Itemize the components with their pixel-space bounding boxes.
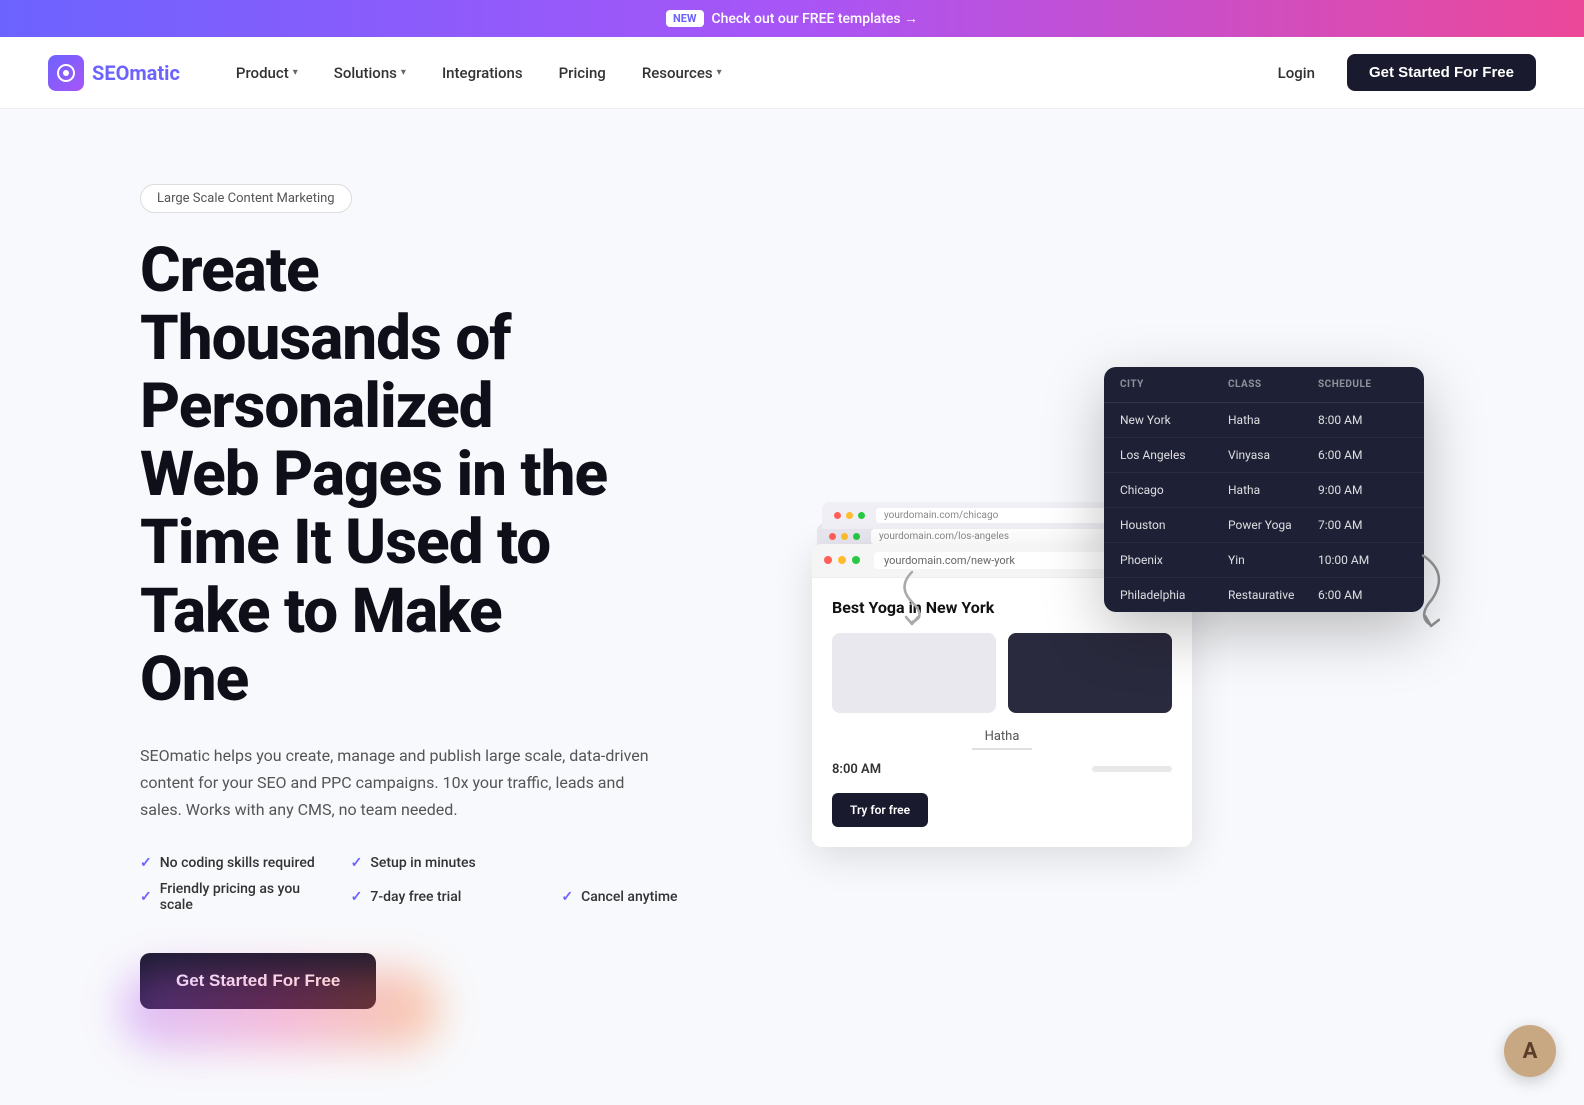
header: SEOmatic Product ▾ Solutions ▾ Integrati… (0, 37, 1584, 109)
banner-text: Check out our FREE templates → (712, 10, 919, 27)
nav-item-solutions[interactable]: Solutions ▾ (318, 56, 422, 90)
hero-title: Create Thousands of Personalized Web Pag… (140, 237, 752, 714)
table-row: Houston Power Yoga 7:00 AM (1104, 508, 1424, 543)
hero-right: CITY CLASS SCHEDULE New York Hatha 8:00 … (832, 347, 1444, 847)
check-icon: ✓ (140, 855, 152, 871)
hero-description: SEOmatic helps you create, manage and pu… (140, 742, 660, 824)
logo-icon (48, 55, 84, 91)
nav-item-product[interactable]: Product ▾ (220, 56, 314, 90)
chevron-down-icon: ▾ (293, 67, 298, 78)
table-row: Philadelphia Restaurative 6:00 AM (1104, 578, 1424, 612)
yoga-time-row: 8:00 AM (832, 762, 1172, 777)
main-content: Large Scale Content Marketing Create Tho… (92, 109, 1492, 1104)
yoga-images (832, 633, 1172, 713)
nav-item-resources[interactable]: Resources ▾ (626, 56, 738, 90)
nav-actions: Login Get Started For Free (1262, 54, 1536, 91)
table-row: New York Hatha 8:00 AM (1104, 403, 1424, 438)
chevron-down-icon: ▾ (717, 67, 722, 78)
check-icon: ✓ (351, 889, 363, 905)
nav-item-pricing[interactable]: Pricing (543, 56, 622, 90)
hero-left: Large Scale Content Marketing Create Tho… (140, 184, 752, 1010)
check-icon: ✓ (561, 889, 573, 905)
browser-content: Best Yoga in New York Hatha 8:00 AM Try … (812, 578, 1192, 847)
class-label: Hatha (832, 729, 1172, 744)
feature-item-3: ✓ Friendly pricing as you scale (140, 881, 331, 913)
browser-dot-green (852, 556, 860, 564)
table-row: Los Angeles Vinyasa 6:00 AM (1104, 438, 1424, 473)
col-schedule: SCHEDULE (1318, 379, 1408, 390)
feature-item-4: ✓ 7-day free trial (351, 881, 542, 913)
feature-item-2: ✓ Setup in minutes (351, 855, 542, 871)
col-class: CLASS (1228, 379, 1318, 390)
time-bar (1092, 766, 1172, 772)
col-city: CITY (1120, 379, 1228, 390)
nav-item-integrations[interactable]: Integrations (426, 56, 539, 90)
avatar[interactable]: A (1504, 1025, 1556, 1077)
data-table-card: CITY CLASS SCHEDULE New York Hatha 8:00 … (1104, 367, 1424, 612)
check-icon: ✓ (351, 855, 363, 871)
decorative-blob (120, 969, 440, 1049)
browser-dot-red (824, 556, 832, 564)
yoga-underline (972, 748, 1032, 750)
class-time: 8:00 AM (832, 762, 881, 777)
browser-dot-yellow (838, 556, 846, 564)
feature-item-5: ✓ Cancel anytime (561, 881, 752, 913)
features-list: ✓ No coding skills required ✓ Setup in m… (140, 855, 752, 913)
hero-tag: Large Scale Content Marketing (140, 184, 352, 213)
logo[interactable]: SEOmatic (48, 55, 180, 91)
top-banner[interactable]: NEW Check out our FREE templates → (0, 0, 1584, 37)
table-header: CITY CLASS SCHEDULE (1104, 367, 1424, 403)
try-free-button[interactable]: Try for free (832, 793, 928, 827)
chevron-down-icon: ▾ (401, 67, 406, 78)
yoga-image-2 (1008, 633, 1172, 713)
table-row: Phoenix Yin 10:00 AM (1104, 543, 1424, 578)
main-nav: Product ▾ Solutions ▾ Integrations Prici… (220, 56, 1262, 90)
logo-text: SEOmatic (92, 61, 180, 85)
new-badge: NEW (666, 10, 704, 27)
login-button[interactable]: Login (1262, 56, 1331, 90)
check-icon: ✓ (140, 889, 152, 905)
feature-item-1: ✓ No coding skills required (140, 855, 331, 871)
nav-cta-button[interactable]: Get Started For Free (1347, 54, 1536, 91)
yoga-image-1 (832, 633, 996, 713)
table-row: Chicago Hatha 9:00 AM (1104, 473, 1424, 508)
